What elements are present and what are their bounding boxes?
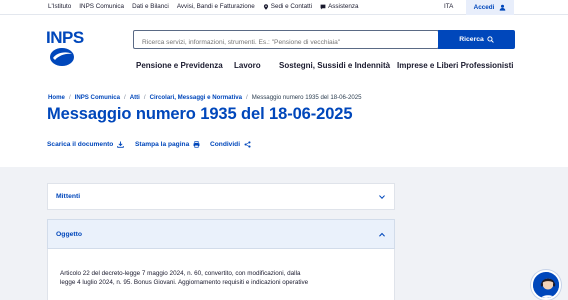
nav-item-pensione[interactable]: Pensione e Previdenza xyxy=(136,61,223,70)
share-button[interactable]: Condividi xyxy=(210,141,251,148)
search-icon xyxy=(487,36,494,43)
chevron-down-icon xyxy=(379,195,385,200)
user-icon xyxy=(500,4,506,11)
breadcrumb-separator: / xyxy=(68,94,71,101)
utility-link-sedi-label: Sedi e Contatti xyxy=(270,3,313,10)
breadcrumb-atti[interactable]: Atti xyxy=(130,94,140,101)
logo-wordmark: INPS xyxy=(46,28,84,47)
breadcrumb-separator: / xyxy=(143,94,146,101)
printer-icon xyxy=(193,141,200,148)
accordion-oggetto-content: Articolo 22 del decreto-legge 7 maggio 2… xyxy=(47,249,395,300)
utility-link-inps-comunica[interactable]: INPS Comunica xyxy=(79,3,124,10)
accordion-oggetto[interactable]: Oggetto xyxy=(47,219,395,249)
search-button[interactable]: Ricerca xyxy=(438,30,515,49)
location-pin-icon xyxy=(263,3,268,10)
nav-item-sostegni[interactable]: Sostegni, Sussidi e Indennità xyxy=(279,61,390,70)
download-label: Scarica il documento xyxy=(47,141,114,148)
share-label: Condividi xyxy=(210,141,241,148)
print-page-button[interactable]: Stampa la pagina xyxy=(135,141,200,148)
language-selector[interactable]: ITA xyxy=(444,3,453,10)
breadcrumb: Home / INPS Comunica / Atti / Circolari,… xyxy=(48,94,362,101)
search-field[interactable] xyxy=(133,30,439,51)
breadcrumb-circolari[interactable]: Circolari, Messaggi e Normativa xyxy=(150,94,242,101)
login-label: Accedi xyxy=(473,4,495,11)
chat-bubble-icon xyxy=(320,4,326,9)
login-button[interactable]: Accedi xyxy=(466,0,514,15)
utility-links: L'Istituto INPS Comunica Dati e Bilanci … xyxy=(48,3,359,10)
accordion-mittenti-label: Mittenti xyxy=(56,193,81,200)
search-button-label: Ricerca xyxy=(459,36,484,43)
page-title: Messaggio numero 1935 del 18-06-2025 xyxy=(47,105,353,123)
share-icon xyxy=(244,141,251,148)
nav-item-imprese[interactable]: Imprese e Liberi Professionisti xyxy=(397,61,513,70)
inps-logo[interactable]: INPS xyxy=(46,28,84,69)
nav-item-lavoro[interactable]: Lavoro xyxy=(234,61,261,70)
virtual-assistant-button[interactable] xyxy=(531,270,561,300)
breadcrumb-separator: / xyxy=(124,94,126,101)
breadcrumb-home[interactable]: Home xyxy=(48,94,65,101)
chevron-up-icon xyxy=(379,232,385,237)
download-document-button[interactable]: Scarica il documento xyxy=(47,141,125,148)
breadcrumb-current: Messaggio numero 1935 del 18-06-2025 xyxy=(251,94,362,101)
utility-link-assistenza[interactable]: Assistenza xyxy=(320,3,359,10)
accordion-oggetto-label: Oggetto xyxy=(56,231,83,238)
accordion-mittenti[interactable]: Mittenti xyxy=(47,183,395,210)
utility-link-dati-bilanci[interactable]: Dati e Bilanci xyxy=(132,3,169,10)
utility-link-avvisi[interactable]: Avvisi, Bandi e Fatturazione xyxy=(177,3,255,10)
utility-link-istituto[interactable]: L'Istituto xyxy=(48,3,71,10)
utility-link-sedi[interactable]: Sedi e Contatti xyxy=(263,3,312,10)
print-label: Stampa la pagina xyxy=(135,141,190,148)
download-icon xyxy=(117,141,125,148)
logo-emblem-icon xyxy=(50,48,74,66)
oggetto-text: Articolo 22 del decreto-legge 7 maggio 2… xyxy=(60,270,309,286)
search-input[interactable] xyxy=(134,34,438,51)
breadcrumb-inps-comunica[interactable]: INPS Comunica xyxy=(75,94,120,101)
top-utility-bar: L'Istituto INPS Comunica Dati e Bilanci … xyxy=(0,0,568,15)
breadcrumb-separator: / xyxy=(246,94,248,101)
utility-link-assistenza-label: Assistenza xyxy=(328,3,359,10)
